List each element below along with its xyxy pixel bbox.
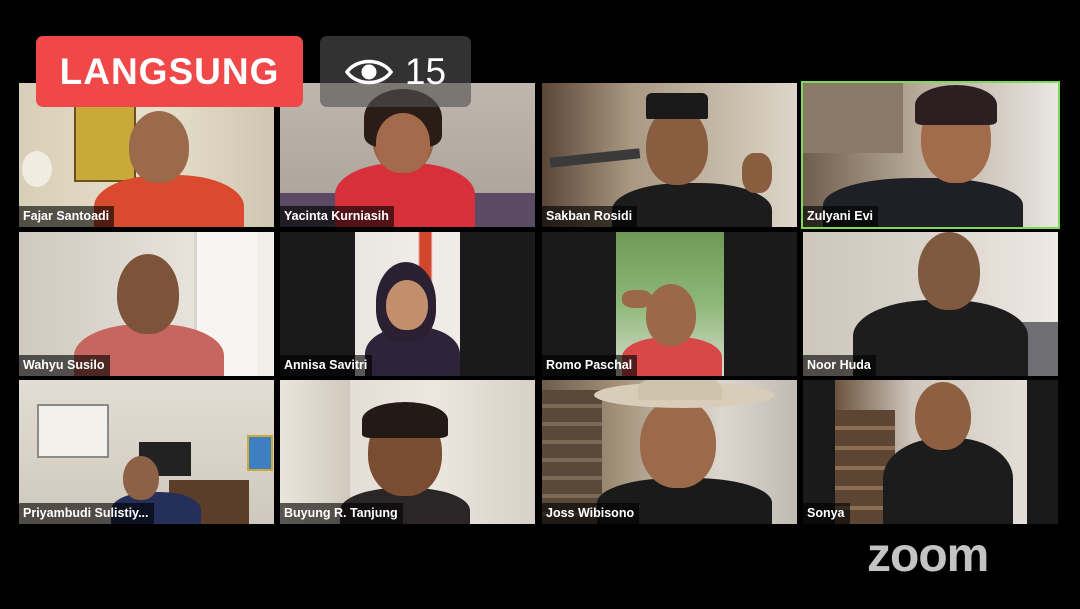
participant-face (376, 113, 430, 173)
wall-plate (22, 151, 52, 187)
participant-name-label: Buyung R. Tanjung (280, 503, 403, 524)
participant-hair (915, 85, 997, 125)
participant-head (129, 111, 189, 183)
wall-picture-small (247, 435, 273, 471)
participant-head (915, 382, 971, 450)
eye-icon (344, 57, 393, 87)
viewer-count-badge: 15 (320, 36, 471, 107)
video-tile-priyambudi[interactable]: Priyambudi Sulistiy... (19, 380, 274, 524)
participant-name-label: Yacinta Kurniasih (280, 206, 394, 227)
microphone (549, 148, 641, 168)
live-badge-label: LANGSUNG (59, 50, 280, 92)
wall-shelf (803, 83, 903, 153)
participant-hat (638, 380, 722, 400)
zoom-gallery-view: Fajar Santoadi Yacinta Kurniasih Sakban … (0, 0, 1080, 609)
zoom-logo: zoom (867, 529, 989, 582)
participant-name-label: Annisa Savitri (280, 355, 373, 376)
participant-head (117, 254, 179, 334)
participant-face (386, 280, 428, 330)
participant-head (640, 398, 716, 488)
video-tile-annisa-savitri[interactable]: Annisa Savitri (280, 232, 535, 376)
participant-name-label: Sakban Rosidi (542, 206, 638, 227)
participant-name-label: Joss Wibisono (542, 503, 640, 524)
participant-cap (646, 93, 708, 119)
video-tile-sakban-rosidi[interactable]: Sakban Rosidi (542, 83, 797, 227)
participant-name-label: Wahyu Susilo (19, 355, 110, 376)
viewer-count: 15 (404, 50, 447, 92)
video-tile-zulyani-evi[interactable]: Zulyani Evi (801, 81, 1060, 229)
wall-picture (37, 404, 109, 458)
participant-fist (742, 153, 772, 193)
video-tile-romo-paschal[interactable]: Romo Paschal (542, 232, 797, 376)
participant-head (646, 284, 696, 346)
participant-name-label: Romo Paschal (542, 355, 638, 376)
live-badge: LANGSUNG (36, 36, 303, 107)
video-tile-buyung-r-tanjung[interactable]: Buyung R. Tanjung (280, 380, 535, 524)
participant-body (853, 300, 1028, 376)
participant-body (94, 175, 244, 227)
video-tile-joss-wibisono[interactable]: Joss Wibisono (542, 380, 797, 524)
participant-name-label: Zulyani Evi (803, 206, 878, 227)
participant-name-label: Fajar Santoadi (19, 206, 115, 227)
participant-hair (362, 402, 448, 438)
video-tile-noor-huda[interactable]: Noor Huda (803, 232, 1058, 376)
participant-name-label: Sonya (803, 503, 850, 524)
participant-name-label: Noor Huda (803, 355, 876, 376)
participant-name-label: Priyambudi Sulistiy... (19, 503, 154, 524)
video-tile-wahyu-susilo[interactable]: Wahyu Susilo (19, 232, 274, 376)
participant-hand (622, 290, 652, 308)
participant-head (918, 232, 980, 310)
video-tile-sonya[interactable]: Sonya (803, 380, 1058, 524)
participant-body (883, 438, 1013, 524)
participant-head (123, 456, 159, 500)
